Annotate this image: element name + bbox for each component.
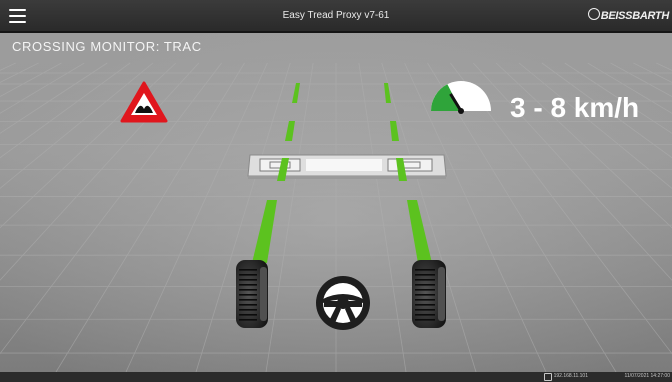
right-tire	[412, 260, 446, 328]
status-ip: 192.168.11.101	[553, 373, 588, 379]
app-title: Easy Tread Proxy v7-61	[282, 10, 390, 21]
crossing-scene	[0, 33, 672, 372]
crossing-plate	[247, 154, 447, 179]
brand-mark-icon	[587, 8, 600, 20]
app-window: Easy Tread Proxy v7-61 BEISSBARTH CROSSI…	[0, 0, 672, 382]
top-bar: Easy Tread Proxy v7-61 BEISSBARTH	[0, 0, 672, 33]
steering-wheel-icon	[316, 276, 370, 330]
speed-range-label: 3 - 8 km/h	[510, 92, 640, 123]
brand-logo: BEISSBARTH	[587, 8, 670, 22]
network-icon	[544, 373, 552, 381]
brand-name: BEISSBARTH	[600, 10, 670, 22]
status-bar: 192.168.11.101 11/07/2021 14:27:00	[0, 372, 672, 382]
monitor-title: CROSSING MONITOR: TRAC	[12, 39, 202, 54]
status-datetime: 11/07/2021 14:27:00	[624, 373, 670, 379]
left-tire	[236, 260, 268, 328]
